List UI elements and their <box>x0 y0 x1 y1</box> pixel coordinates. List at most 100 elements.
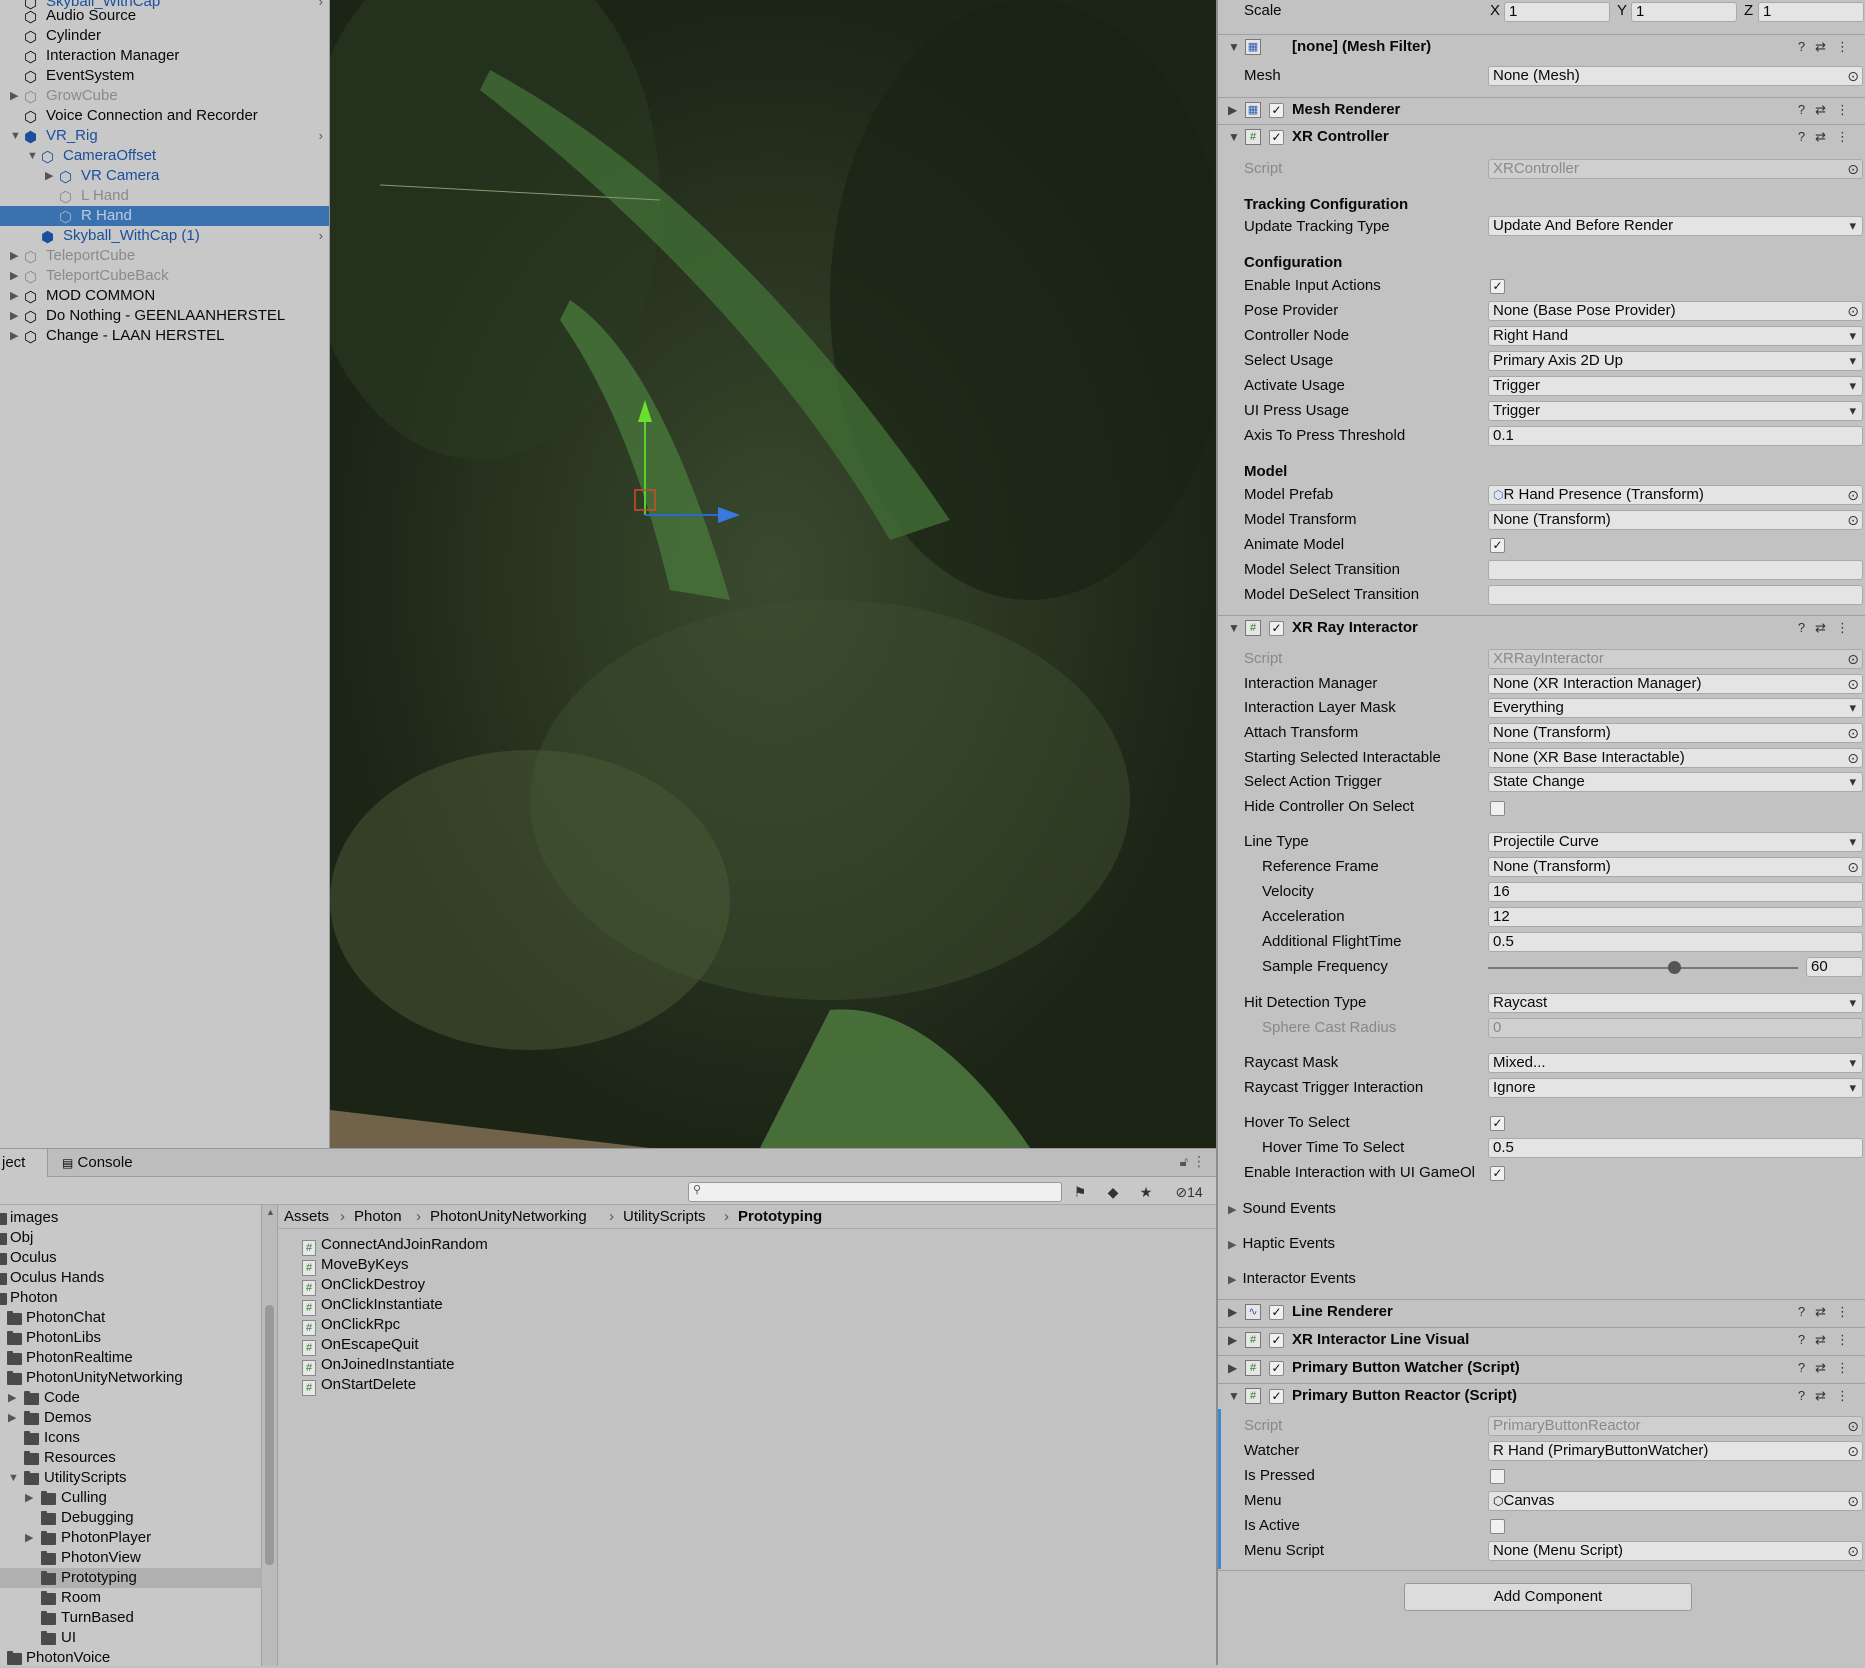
component-xr-interactor-line-visual[interactable]: ▶ # ✓ XR Interactor Line Visual ?⇄⋮ <box>1218 1327 1865 1353</box>
expand-arrow-icon[interactable]: ▶ <box>1228 98 1237 122</box>
activate-usage-dropdown[interactable]: Trigger <box>1488 376 1863 396</box>
component-controls[interactable]: ?⇄⋮ <box>1798 1356 1859 1380</box>
sample-frequency-slider-thumb[interactable] <box>1668 961 1681 974</box>
folder-item[interactable]: ▶ Demos <box>0 1408 262 1428</box>
folder-item[interactable]: Oculus Hands <box>0 1268 262 1288</box>
hierarchy-item[interactable]: ⬡ Audio Source <box>0 6 329 26</box>
menu-script-field[interactable]: None (Menu Script) <box>1488 1541 1863 1561</box>
scrollbar-thumb[interactable] <box>265 1305 274 1565</box>
scale-z-field[interactable]: 1 <box>1758 2 1864 22</box>
tab-project[interactable]: ject <box>0 1149 48 1177</box>
expand-arrow-icon[interactable]: ▶ <box>10 86 20 106</box>
breadcrumb-prototyping[interactable]: Prototyping <box>738 1205 822 1229</box>
folder-item[interactable]: Photon <box>0 1288 262 1308</box>
folder-item[interactable]: PhotonChat <box>0 1308 262 1328</box>
folder-item-selected[interactable]: Prototyping <box>0 1568 262 1588</box>
component-enabled-checkbox[interactable]: ✓ <box>1269 1333 1284 1348</box>
interaction-layer-mask-dropdown[interactable]: Everything <box>1488 698 1863 718</box>
ui-press-usage-dropdown[interactable]: Trigger <box>1488 401 1863 421</box>
folder-item[interactable]: Resources <box>0 1448 262 1468</box>
flight-time-field[interactable]: 0.5 <box>1488 932 1863 952</box>
component-controls[interactable]: ?⇄⋮ <box>1798 35 1859 59</box>
expand-arrow-icon[interactable]: ▶ <box>10 266 20 286</box>
breadcrumb-photonunitynetworking[interactable]: PhotonUnityNetworking <box>430 1205 587 1229</box>
controller-node-dropdown[interactable]: Right Hand <box>1488 326 1863 346</box>
folder-item[interactable]: Debugging <box>0 1508 262 1528</box>
hierarchy-item[interactable]: ▼ ⬡ CameraOffset <box>0 146 329 166</box>
animate-model-checkbox[interactable]: ✓ <box>1490 538 1505 553</box>
collapse-arrow-icon[interactable]: ▼ <box>10 126 21 146</box>
add-component-button[interactable]: Add Component <box>1404 1583 1692 1611</box>
hierarchy-item[interactable]: ▶ ⬡ Change - LAAN HERSTEL <box>0 326 329 346</box>
folder-item[interactable]: ▶ Culling <box>0 1488 262 1508</box>
expand-arrow-icon[interactable]: ▶ <box>10 306 20 326</box>
file-item[interactable]: # OnClickInstantiate <box>302 1295 443 1316</box>
component-primary-button-watcher[interactable]: ▶ # ✓ Primary Button Watcher (Script) ?⇄… <box>1218 1355 1865 1381</box>
expand-arrow-icon[interactable]: ▶ <box>45 166 55 186</box>
interactor-events-foldout[interactable]: ▶ Interactor Events <box>1228 1270 1356 1287</box>
folder-item[interactable]: ▼ UtilityScripts <box>0 1468 262 1488</box>
folder-item[interactable]: UI <box>0 1628 262 1648</box>
select-action-trigger-dropdown[interactable]: State Change <box>1488 772 1863 792</box>
folder-item[interactable]: PhotonLibs <box>0 1328 262 1348</box>
component-controls[interactable]: ?⇄⋮ <box>1798 1384 1859 1408</box>
scale-y-field[interactable]: 1 <box>1631 2 1737 22</box>
is-active-checkbox[interactable] <box>1490 1519 1505 1534</box>
folder-item[interactable]: Room <box>0 1588 262 1608</box>
hidden-packages-toggle[interactable]: ⊘14 <box>1165 1181 1213 1203</box>
component-controls[interactable]: ?⇄⋮ <box>1798 1328 1859 1352</box>
starting-selected-field[interactable]: None (XR Base Interactable) <box>1488 748 1863 768</box>
component-enabled-checkbox[interactable]: ✓ <box>1269 1361 1284 1376</box>
tab-console[interactable]: ▤ Console <box>62 1149 152 1177</box>
sample-frequency-field[interactable]: 60 <box>1806 957 1863 977</box>
expand-arrow-icon[interactable]: ▶ <box>25 1528 33 1548</box>
file-item[interactable]: # OnJoinedInstantiate <box>302 1355 454 1376</box>
expand-arrow-icon[interactable]: ▶ <box>8 1408 16 1428</box>
component-enabled-checkbox[interactable]: ✓ <box>1269 1305 1284 1320</box>
hover-time-field[interactable]: 0.5 <box>1488 1138 1863 1158</box>
hierarchy-item[interactable]: ⬢ Skyball_WithCap (1) › <box>0 226 329 246</box>
enable-ui-interaction-checkbox[interactable]: ✓ <box>1490 1166 1505 1181</box>
hierarchy-item[interactable]: ▶ ⬡ TeleportCubeBack <box>0 266 329 286</box>
file-item[interactable]: # ConnectAndJoinRandom <box>302 1235 488 1256</box>
folder-item[interactable]: PhotonView <box>0 1548 262 1568</box>
collapse-arrow-icon[interactable]: ▼ <box>1228 35 1240 59</box>
is-pressed-checkbox[interactable] <box>1490 1469 1505 1484</box>
hierarchy-item[interactable]: ▶ ⬡ GrowCube <box>0 86 329 106</box>
interaction-manager-field[interactable]: None (XR Interaction Manager) <box>1488 674 1863 694</box>
attach-transform-field[interactable]: None (Transform) <box>1488 723 1863 743</box>
sound-events-foldout[interactable]: ▶ Sound Events <box>1228 1200 1336 1217</box>
model-deselect-transition-field[interactable] <box>1488 585 1863 605</box>
component-controls[interactable]: ?⇄⋮ <box>1798 616 1859 640</box>
file-item[interactable]: # OnClickDestroy <box>302 1275 425 1296</box>
expand-arrow-icon[interactable]: ▶ <box>25 1488 33 1508</box>
expand-arrow-icon[interactable]: ▶ <box>1228 1356 1237 1380</box>
component-enabled-checkbox[interactable]: ✓ <box>1269 130 1284 145</box>
collapse-arrow-icon[interactable]: ▼ <box>27 146 38 166</box>
folder-item[interactable]: ▶ Code <box>0 1388 262 1408</box>
component-controls[interactable]: ?⇄⋮ <box>1798 125 1859 149</box>
menu-field[interactable]: ⬡Canvas <box>1488 1491 1863 1511</box>
raycast-mask-dropdown[interactable]: Mixed... <box>1488 1053 1863 1073</box>
hit-detection-dropdown[interactable]: Raycast <box>1488 993 1863 1013</box>
haptic-events-foldout[interactable]: ▶ Haptic Events <box>1228 1235 1335 1252</box>
model-transform-field[interactable]: None (Transform) <box>1488 510 1863 530</box>
line-type-dropdown[interactable]: Projectile Curve <box>1488 832 1863 852</box>
hierarchy-item-selected[interactable]: ⬡ R Hand <box>0 206 329 226</box>
folder-item[interactable]: TurnBased <box>0 1608 262 1628</box>
hierarchy-item[interactable]: ⬡ Voice Connection and Recorder <box>0 106 329 126</box>
collapse-arrow-icon[interactable]: ▼ <box>8 1468 19 1488</box>
collapse-arrow-icon[interactable]: ▼ <box>1228 125 1240 149</box>
expand-arrow-icon[interactable]: ▶ <box>10 326 20 346</box>
reference-frame-field[interactable]: None (Transform) <box>1488 857 1863 877</box>
filter-by-type-icon[interactable]: ⚑ <box>1066 1181 1094 1203</box>
hover-to-select-checkbox[interactable]: ✓ <box>1490 1116 1505 1131</box>
acceleration-field[interactable]: 12 <box>1488 907 1863 927</box>
tree-scrollbar-track[interactable]: ▲ <box>262 1205 278 1666</box>
hierarchy-item[interactable]: ▶ ⬡ MOD COMMON <box>0 286 329 306</box>
folder-item[interactable]: Oculus <box>0 1248 262 1268</box>
component-enabled-checkbox[interactable]: ✓ <box>1269 103 1284 118</box>
folder-item[interactable]: PhotonRealtime <box>0 1348 262 1368</box>
folder-item[interactable]: PhotonVoice <box>0 1648 262 1668</box>
breadcrumb-photon[interactable]: Photon <box>354 1205 402 1229</box>
